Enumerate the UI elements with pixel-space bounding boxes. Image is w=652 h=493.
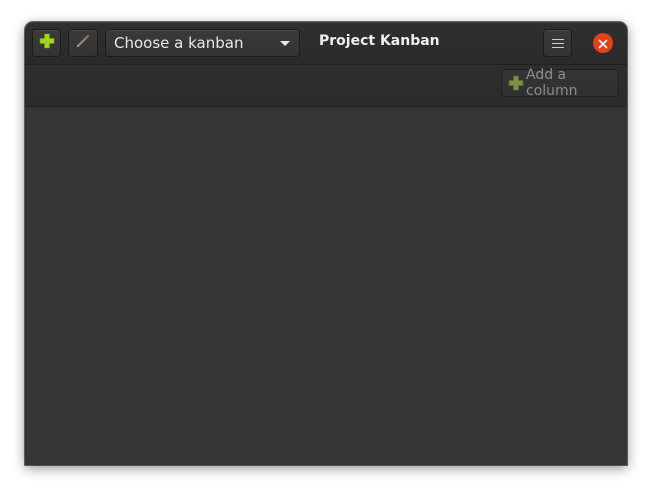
close-icon (598, 34, 608, 53)
window-title: Project Kanban (319, 33, 440, 49)
add-column-button[interactable]: Add a column (501, 67, 619, 99)
add-column-label: Add a column (526, 67, 578, 99)
hamburger-menu-icon (551, 38, 564, 48)
kanban-board-area (25, 107, 627, 465)
plus-icon (39, 33, 55, 53)
kanban-selector-label: Choose a kanban (114, 34, 244, 52)
close-button[interactable] (593, 33, 613, 53)
chevron-down-icon (280, 41, 290, 46)
kanban-selector[interactable]: Choose a kanban (105, 29, 300, 57)
headerbar: Choose a kanban Project Kanban (25, 22, 627, 65)
edit-kanban-button[interactable] (68, 29, 98, 57)
toolbar: Add a column (25, 65, 627, 107)
add-kanban-button[interactable] (32, 29, 61, 57)
app-window: Choose a kanban Project Kanban Add a col… (25, 22, 627, 465)
plus-icon (508, 75, 524, 91)
pencil-icon (75, 33, 91, 53)
main-menu-button[interactable] (543, 29, 572, 57)
